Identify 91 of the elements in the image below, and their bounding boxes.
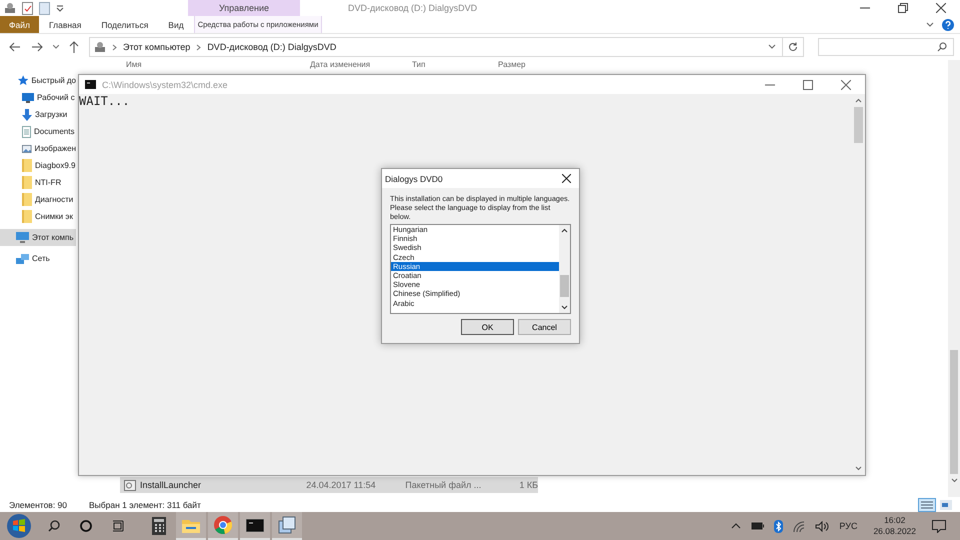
scroll-up-icon[interactable]	[855, 98, 862, 103]
tiles-view-icon[interactable]	[940, 500, 952, 510]
close-icon[interactable]	[936, 3, 946, 13]
status-text: Выбран 1 элемент: 311 байт	[89, 500, 201, 510]
scrollbar-thumb[interactable]	[950, 350, 958, 474]
dialog-button[interactable]: Cancel	[518, 319, 571, 335]
column-header[interactable]: Имя	[124, 60, 308, 69]
breadcrumb[interactable]: DVD-дисковод (D:) DialgysDVD	[207, 42, 336, 52]
calculator-icon	[152, 517, 166, 535]
sidebar-item[interactable]: Быстрый до	[0, 72, 76, 89]
column-header[interactable]: Размер	[496, 60, 526, 69]
speaker-icon[interactable]	[815, 520, 830, 532]
ribbon-tab[interactable]: Вид	[158, 16, 194, 33]
breadcrumb[interactable]: Этот компьютер	[123, 42, 190, 52]
chevron-icon[interactable]	[926, 22, 934, 28]
sidebar-item[interactable]: Сеть	[0, 250, 76, 267]
recent-dropdown-icon[interactable]	[53, 45, 59, 49]
sidebar-item[interactable]: Рабочий с	[0, 89, 76, 106]
taskbar-app[interactable]	[240, 512, 270, 540]
status-text: Элементов: 90	[9, 500, 67, 510]
column-header[interactable]: Дата изменения	[308, 60, 410, 69]
sidebar-item[interactable]: Этот компь	[0, 229, 76, 246]
ribbon-tab[interactable]: Главная	[39, 16, 92, 33]
chevron-up-icon[interactable]	[731, 523, 742, 529]
circle-icon[interactable]	[80, 520, 92, 532]
ribbon-tab[interactable]: Файл	[0, 16, 39, 33]
sidebar-item[interactable]: Изображен	[0, 140, 76, 157]
console-title: C:\Windows\system32\cmd.exe	[102, 80, 228, 90]
chevron-right-icon	[112, 44, 117, 50]
up-arrow-icon[interactable]	[69, 41, 79, 53]
folder-icon	[182, 518, 200, 532]
picture-icon	[22, 144, 32, 154]
batch-file-icon	[124, 480, 136, 490]
scrollbar-thumb[interactable]	[560, 275, 569, 297]
close-icon[interactable]	[562, 174, 571, 183]
sidebar-item[interactable]: Загрузки	[0, 106, 76, 123]
folder-icon	[22, 159, 32, 172]
scroll-up-icon[interactable]	[561, 228, 568, 233]
chevron-down-icon[interactable]	[768, 44, 776, 50]
context-group-label: Управление	[218, 3, 270, 13]
notification-icon[interactable]	[932, 520, 946, 532]
details-view-icon[interactable]	[918, 498, 936, 512]
terminal-icon	[85, 80, 96, 89]
battery-icon[interactable]	[751, 522, 764, 530]
installer-icon	[278, 516, 296, 534]
dropdown-icon[interactable]	[56, 4, 64, 12]
input-language[interactable]: РУС	[839, 521, 858, 531]
forward-arrow-icon[interactable]	[31, 42, 43, 52]
browser-icon	[214, 516, 232, 534]
terminal-icon	[246, 518, 264, 532]
help-icon[interactable]	[942, 18, 954, 30]
document-icon	[22, 126, 31, 138]
sidebar-item[interactable]: Documents	[0, 123, 76, 140]
folder-icon	[22, 193, 32, 206]
dialog-title: Dialogys DVD0	[385, 174, 443, 184]
chevron-right-icon	[196, 44, 202, 50]
console-output: WAIT...	[79, 94, 131, 108]
sidebar-item[interactable]: Диагности	[0, 191, 76, 208]
search-field[interactable]	[818, 38, 954, 56]
refresh-icon[interactable]	[788, 42, 798, 52]
scroll-down-icon[interactable]	[855, 466, 862, 471]
ribbon-tab[interactable]: Поделиться	[91, 16, 158, 33]
sidebar-item[interactable]: NTI-FR	[0, 174, 76, 191]
search-icon[interactable]	[48, 520, 60, 532]
computer-icon	[16, 232, 29, 243]
back-arrow-icon[interactable]	[9, 42, 21, 52]
folder-icon	[22, 210, 32, 223]
clock[interactable]: 16:02 26.08.2022	[873, 515, 916, 537]
wifi-icon[interactable]	[793, 520, 806, 532]
scroll-down-icon[interactable]	[950, 478, 958, 483]
network-icon	[16, 254, 29, 264]
maximize-icon[interactable]	[803, 80, 813, 90]
scrollbar-thumb[interactable]	[854, 107, 863, 143]
properties-icon[interactable]	[22, 2, 33, 14]
scroll-down-icon[interactable]	[561, 305, 568, 310]
down-arrow-icon	[22, 108, 32, 120]
start-orb-icon[interactable]	[6, 513, 32, 539]
folder-icon	[22, 176, 32, 189]
search-icon	[937, 42, 947, 52]
sidebar-item[interactable]: Diagbox9.9	[0, 157, 76, 174]
restore-icon[interactable]	[898, 3, 908, 13]
dialog-button[interactable]: OK	[461, 319, 514, 335]
column-header[interactable]: Тип	[410, 60, 496, 69]
address-bar[interactable]: Этот компьютер DVD-дисковод (D:) DialgysDVD	[89, 37, 804, 57]
desktop-icon	[22, 92, 34, 102]
star-icon	[18, 75, 28, 86]
file-row[interactable]: InstallLauncher 24.04.2017 11:54 Пакетный файл ... 1 КБ	[120, 477, 538, 493]
sidebar-item[interactable]: Снимки эк	[0, 208, 76, 225]
task-view-icon[interactable]	[112, 520, 124, 532]
window-title: DVD-дисковод (D:) DialgysDVD	[348, 3, 478, 13]
bluetooth-icon[interactable]	[774, 520, 784, 532]
